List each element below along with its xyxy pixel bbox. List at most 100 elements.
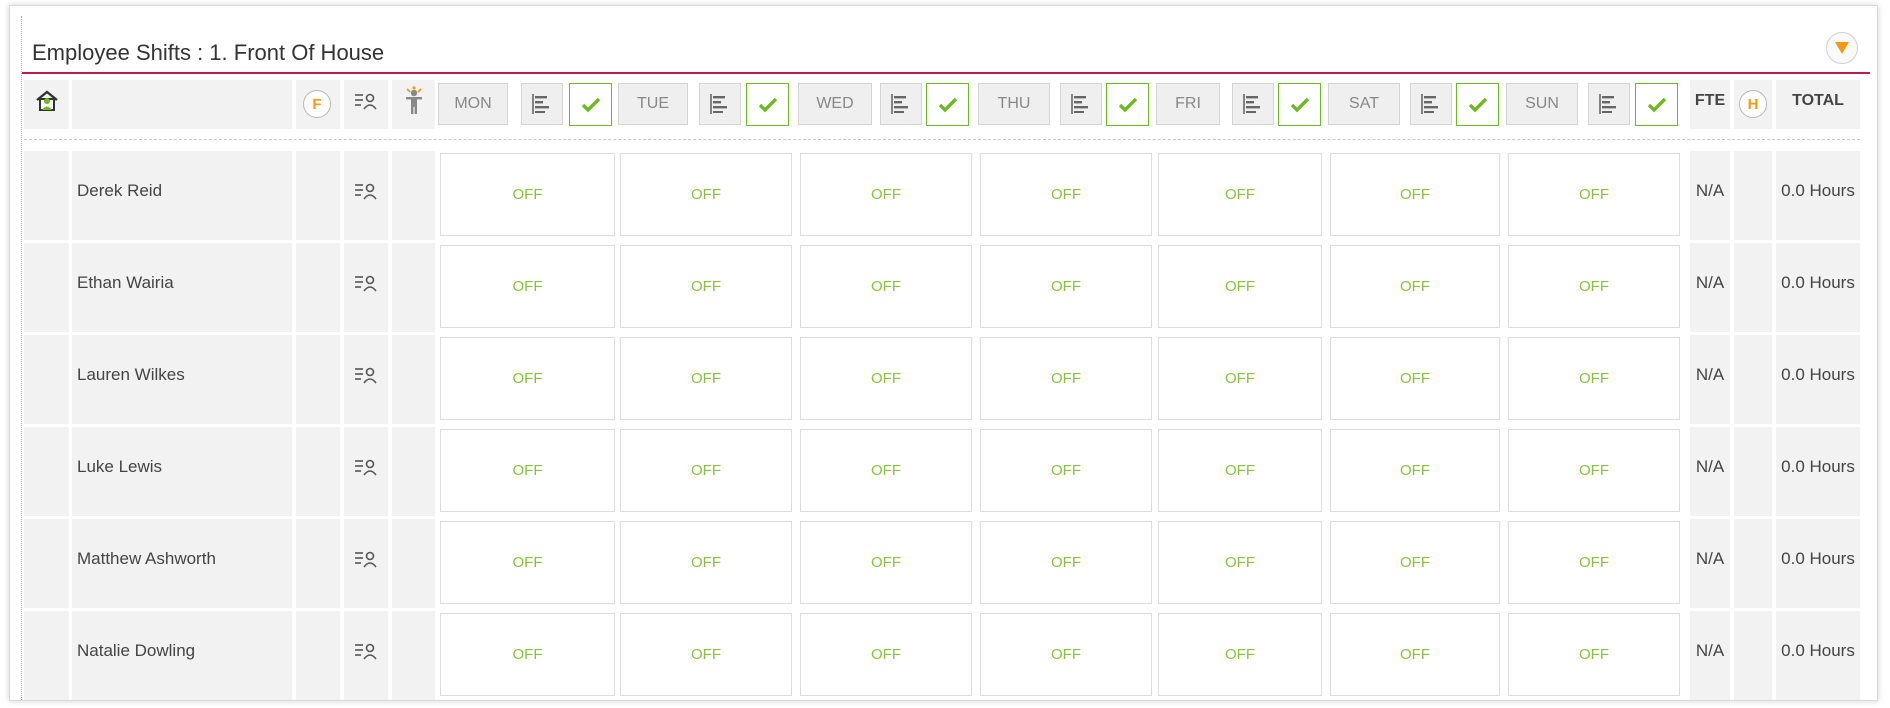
checkmark-icon <box>1118 97 1137 112</box>
day-header-sun[interactable]: SUN <box>1506 83 1578 125</box>
sort-bars-icon <box>1071 94 1088 114</box>
employee-detail-icon[interactable] <box>344 243 388 322</box>
shift-cell-sun[interactable]: OFF <box>1508 153 1680 236</box>
fte-value: N/A <box>1695 272 1725 292</box>
shift-cell-fri[interactable]: OFF <box>1158 429 1322 512</box>
shift-cell-thu[interactable]: OFF <box>980 153 1152 236</box>
shift-cell-sat[interactable]: OFF <box>1330 245 1500 328</box>
employee-detail-icon[interactable] <box>344 611 388 690</box>
shift-cell-fri[interactable]: OFF <box>1158 245 1322 328</box>
row-h-cell <box>1734 335 1772 424</box>
checkmark-icon <box>581 97 600 112</box>
sort-button[interactable] <box>880 83 922 125</box>
day-header-thu[interactable]: THU <box>978 83 1050 125</box>
shift-cell-sun[interactable]: OFF <box>1508 429 1680 512</box>
f-filter-badge[interactable]: F <box>303 90 331 118</box>
sort-button[interactable] <box>1060 83 1102 125</box>
shift-cell-sat[interactable]: OFF <box>1330 521 1500 604</box>
triangle-down-icon <box>1835 42 1849 54</box>
day-header-wed[interactable]: WED <box>798 83 872 125</box>
employee-list-icon <box>355 459 377 476</box>
row-h-cell <box>1734 243 1772 332</box>
shift-cell-thu[interactable]: OFF <box>980 337 1152 420</box>
shift-cell-fri[interactable]: OFF <box>1158 613 1322 696</box>
shift-cell-sat[interactable]: OFF <box>1330 429 1500 512</box>
shift-cell-wed[interactable]: OFF <box>800 613 972 696</box>
shift-cell-thu[interactable]: OFF <box>980 245 1152 328</box>
approve-day-button[interactable] <box>1278 83 1321 126</box>
shift-cell-fri[interactable]: OFF <box>1158 153 1322 236</box>
row-award-cell <box>392 611 435 700</box>
employee-name[interactable]: Matthew Ashworth <box>77 519 216 598</box>
total-header: TOTAL <box>1792 92 1844 109</box>
shift-cell-mon[interactable]: OFF <box>440 245 615 328</box>
sort-button[interactable] <box>521 83 563 125</box>
shift-cell-sat[interactable]: OFF <box>1330 337 1500 420</box>
shift-cell-sun[interactable]: OFF <box>1508 613 1680 696</box>
day-header-sat[interactable]: SAT <box>1328 83 1400 125</box>
shift-cell-mon[interactable]: OFF <box>440 153 615 236</box>
day-header-mon[interactable]: MON <box>438 83 508 125</box>
approve-day-button[interactable] <box>746 83 789 126</box>
shift-cell-sat[interactable]: OFF <box>1330 613 1500 696</box>
approve-day-button[interactable] <box>1106 83 1149 126</box>
shift-cell-mon[interactable]: OFF <box>440 613 615 696</box>
shift-cell-sun[interactable]: OFF <box>1508 337 1680 420</box>
day-header-tue[interactable]: TUE <box>618 83 688 125</box>
employee-detail-icon[interactable] <box>344 151 388 230</box>
shift-cell-tue[interactable]: OFF <box>620 153 792 236</box>
shift-cell-thu[interactable]: OFF <box>980 521 1152 604</box>
shift-cell-mon[interactable]: OFF <box>440 337 615 420</box>
employee-detail-icon[interactable] <box>344 335 388 414</box>
employee-name[interactable]: Luke Lewis <box>77 427 162 506</box>
approve-day-button[interactable] <box>926 83 969 126</box>
employee-detail-icon[interactable] <box>344 519 388 598</box>
shift-cell-thu[interactable]: OFF <box>980 429 1152 512</box>
shift-cell-wed[interactable]: OFF <box>800 153 972 236</box>
shift-cell-tue[interactable]: OFF <box>620 613 792 696</box>
employee-list-icon[interactable] <box>344 86 388 116</box>
employee-name[interactable]: Derek Reid <box>77 151 162 230</box>
shift-cell-thu[interactable]: OFF <box>980 613 1152 696</box>
shift-cell-wed[interactable]: OFF <box>800 337 972 420</box>
sort-bars-icon <box>1599 94 1616 114</box>
shift-cell-wed[interactable]: OFF <box>800 429 972 512</box>
row-award-cell <box>392 519 435 608</box>
approve-day-button[interactable] <box>569 83 612 126</box>
shift-cell-tue[interactable]: OFF <box>620 337 792 420</box>
collapse-button[interactable] <box>1826 32 1858 64</box>
shift-cell-mon[interactable]: OFF <box>440 521 615 604</box>
employee-name[interactable]: Ethan Wairia <box>77 243 174 322</box>
shift-cell-sat[interactable]: OFF <box>1330 153 1500 236</box>
total-hours: 0.0 Hours <box>1781 456 1855 476</box>
sort-button[interactable] <box>699 83 741 125</box>
approve-day-button[interactable] <box>1456 83 1499 126</box>
shift-cell-sun[interactable]: OFF <box>1508 521 1680 604</box>
employee-detail-icon[interactable] <box>344 427 388 506</box>
day-header-fri[interactable]: FRI <box>1156 83 1220 125</box>
sort-button[interactable] <box>1232 83 1274 125</box>
shift-cell-wed[interactable]: OFF <box>800 521 972 604</box>
shift-cell-tue[interactable]: OFF <box>620 245 792 328</box>
person-award-icon[interactable] <box>392 84 435 118</box>
shift-cell-sun[interactable]: OFF <box>1508 245 1680 328</box>
home-people-icon[interactable] <box>24 80 69 122</box>
employee-name[interactable]: Lauren Wilkes <box>77 335 185 414</box>
shift-cell-fri[interactable]: OFF <box>1158 521 1322 604</box>
employee-list-icon <box>355 643 377 660</box>
h-badge[interactable]: H <box>1739 90 1767 118</box>
sort-button[interactable] <box>1588 83 1630 125</box>
shift-cell-tue[interactable]: OFF <box>620 429 792 512</box>
approve-day-button[interactable] <box>1635 83 1678 126</box>
sort-bars-icon <box>1243 94 1260 114</box>
shift-cell-wed[interactable]: OFF <box>800 245 972 328</box>
shift-cell-mon[interactable]: OFF <box>440 429 615 512</box>
employee-name[interactable]: Natalie Dowling <box>77 611 195 690</box>
fte-header: FTE <box>1694 92 1726 109</box>
employee-list-icon <box>355 183 377 200</box>
shift-cell-fri[interactable]: OFF <box>1158 337 1322 420</box>
shift-cell-tue[interactable]: OFF <box>620 521 792 604</box>
sort-button[interactable] <box>1410 83 1452 125</box>
total-hours: 0.0 Hours <box>1781 548 1855 568</box>
employee-list-icon <box>355 551 377 568</box>
